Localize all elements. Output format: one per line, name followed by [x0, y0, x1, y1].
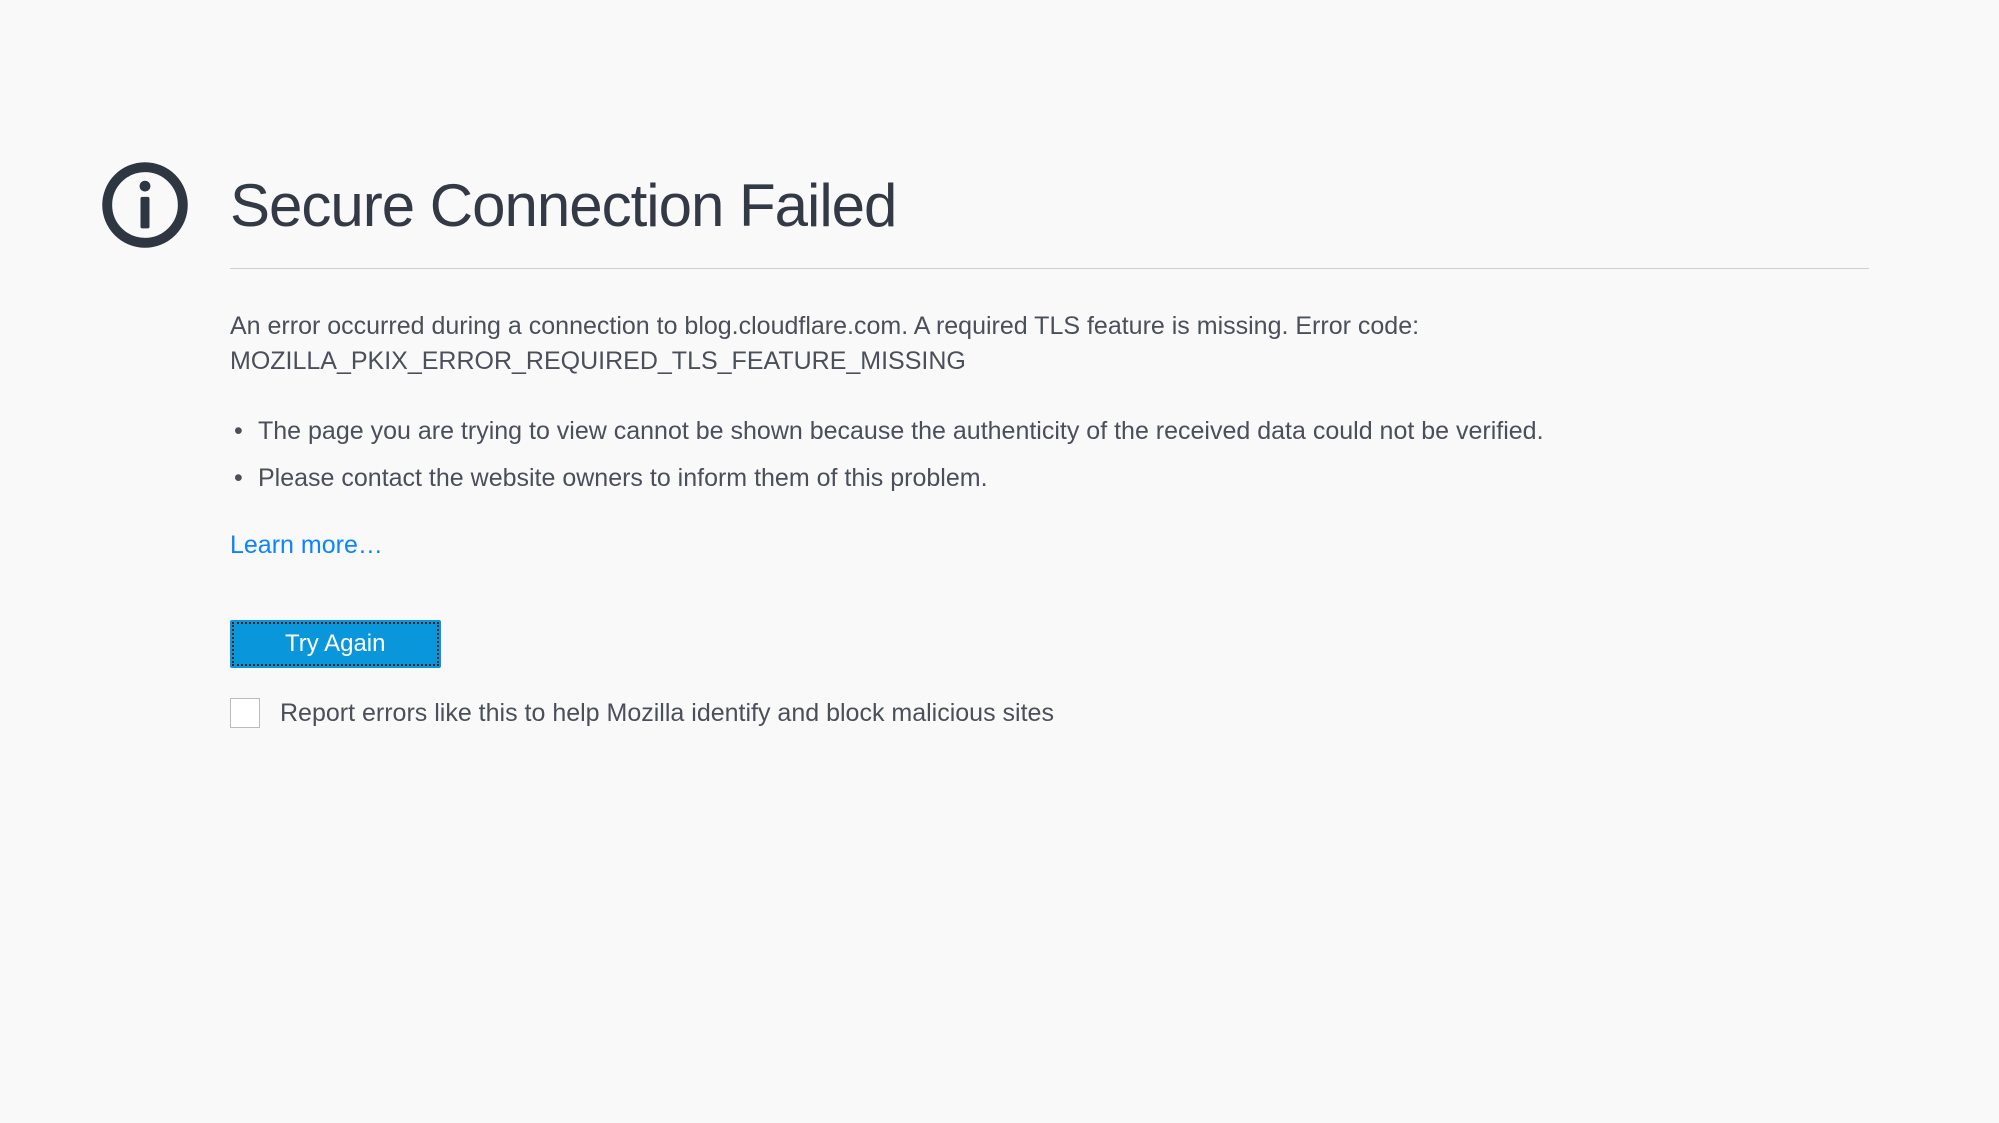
bullet-item: The page you are trying to view cannot b… [230, 414, 1869, 449]
report-checkbox-row: Report errors like this to help Mozilla … [230, 698, 1869, 728]
header-row: Secure Connection Failed [100, 160, 1869, 250]
error-page-container: Secure Connection Failed An error occurr… [100, 160, 1869, 728]
bullet-list: The page you are trying to view cannot b… [230, 414, 1869, 496]
report-checkbox[interactable] [230, 698, 260, 728]
learn-more-link[interactable]: Learn more… [230, 531, 383, 560]
report-checkbox-label[interactable]: Report errors like this to help Mozilla … [280, 699, 1054, 728]
error-message: An error occurred during a connection to… [230, 309, 1869, 379]
info-icon [100, 160, 190, 250]
divider [230, 268, 1869, 269]
try-again-button[interactable]: Try Again [230, 620, 441, 668]
page-title: Secure Connection Failed [230, 171, 896, 240]
bullet-item: Please contact the website owners to inf… [230, 461, 1869, 496]
content-area: An error occurred during a connection to… [230, 268, 1869, 728]
